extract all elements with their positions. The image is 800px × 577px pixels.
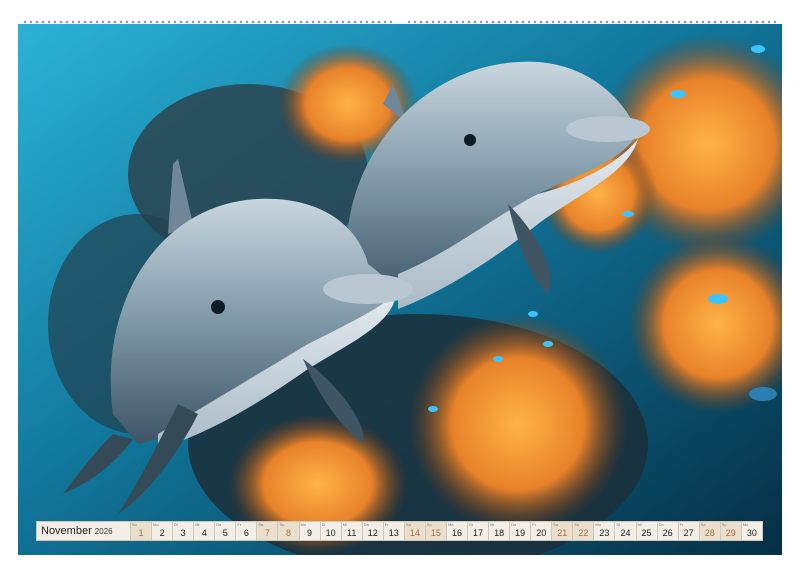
month-label-box: November 2026: [37, 522, 131, 540]
day-number: 9: [307, 528, 313, 538]
day-cell: Mi 18: [489, 522, 511, 540]
day-number: 23: [599, 528, 610, 538]
day-number: 8: [285, 528, 291, 538]
day-cell: Fr 20: [531, 522, 553, 540]
day-number: 10: [325, 528, 336, 538]
day-cell: Mo 9: [300, 522, 321, 540]
day-cell: Do 12: [363, 522, 384, 540]
day-number: 14: [409, 528, 420, 538]
day-cell: Mi 4: [194, 522, 216, 540]
day-cells: So 1 Mo 2 Di 3 Mi 4 Do 5 Fr 6 Sa 7 So 8 Mo 9 Di 10 Mi 11 Do 12 F…: [131, 522, 762, 540]
day-number: 11: [346, 528, 357, 538]
day-cell: So 22: [573, 522, 595, 540]
day-cell: So 8: [278, 522, 300, 540]
day-cell: Mo 30: [742, 522, 762, 540]
day-number: 27: [683, 528, 694, 538]
day-number: 25: [641, 528, 652, 538]
day-number: 2: [159, 528, 165, 538]
day-cell: So 1: [131, 522, 153, 540]
day-number: 7: [264, 528, 270, 538]
day-number: 15: [430, 528, 441, 538]
day-cell: Mi 11: [342, 522, 363, 540]
day-cell: Do 5: [215, 522, 237, 540]
day-cell: Sa 28: [699, 522, 721, 540]
day-cell: Di 17: [468, 522, 490, 540]
day-number: 28: [704, 528, 715, 538]
day-cell: Fr 13: [384, 522, 405, 540]
calendar-photo-dolphins: [18, 24, 782, 555]
day-cell: Do 19: [510, 522, 532, 540]
day-number: 30: [746, 528, 757, 538]
day-cell: Sa 14: [404, 522, 426, 540]
day-cell: Mi 25: [637, 522, 658, 540]
day-number: 20: [536, 528, 547, 538]
day-cell: Sa 7: [257, 522, 279, 540]
day-number: 4: [201, 528, 207, 538]
year-label: 2026: [94, 526, 113, 536]
day-number: 1: [138, 528, 144, 538]
day-number: 16: [451, 528, 462, 538]
day-number: 19: [515, 528, 526, 538]
day-number: 17: [473, 528, 484, 538]
day-cell: Di 24: [615, 522, 637, 540]
day-number: 12: [367, 528, 378, 538]
day-cell: Fr 6: [236, 522, 258, 540]
month-name: November: [41, 525, 92, 537]
day-number: 29: [725, 528, 736, 538]
day-cell: Do 26: [658, 522, 679, 540]
day-number: 5: [222, 528, 228, 538]
day-number: 6: [243, 528, 249, 538]
day-number: 18: [494, 528, 505, 538]
day-cell: Fr 27: [679, 522, 700, 540]
underwater-scene: [18, 24, 782, 555]
day-cell: Mo 23: [594, 522, 616, 540]
day-number: 26: [662, 528, 673, 538]
day-cell: Mo 16: [447, 522, 468, 540]
day-cell: Sa 21: [552, 522, 574, 540]
day-cell: So 15: [425, 522, 447, 540]
day-number: 3: [180, 528, 186, 538]
day-cell: So 29: [720, 522, 742, 540]
day-cell: Mo 2: [152, 522, 174, 540]
calendar-month-grid: November 2026 So 1 Mo 2 Di 3 Mi 4 Do 5 Fr 6 Sa 7 So 8 Mo…: [36, 521, 763, 541]
day-number: 22: [578, 528, 589, 538]
day-number: 21: [557, 528, 568, 538]
day-number: 13: [388, 528, 399, 538]
day-cell: Di 10: [321, 522, 342, 540]
day-cell: Di 3: [173, 522, 195, 540]
day-number: 24: [620, 528, 631, 538]
